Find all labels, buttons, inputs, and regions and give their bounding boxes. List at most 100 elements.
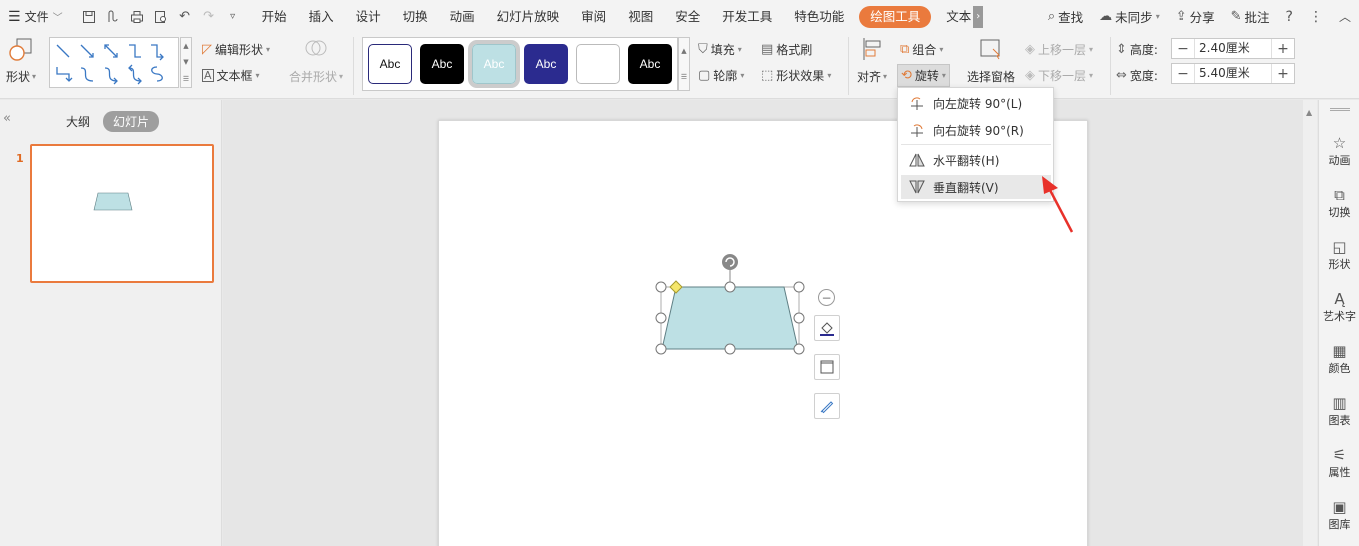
shape-style-preset[interactable]: Abc — [368, 44, 412, 84]
chevron-down-icon: ▾ — [740, 71, 745, 80]
shape-style-preset[interactable] — [576, 44, 620, 84]
hamburger-icon: ☰ — [8, 8, 21, 25]
shape-outline-quick-button[interactable] — [814, 354, 840, 380]
sidebar-item-chart[interactable]: ▥ 图表 — [1319, 394, 1359, 428]
decrease-height-button[interactable]: − — [1172, 41, 1194, 57]
sidebar-item-properties[interactable]: ⚟ 属性 — [1319, 446, 1359, 480]
tabs-scroll-right-icon[interactable]: › — [973, 5, 984, 28]
sidebar-item-shape[interactable]: ◱ 形状 — [1319, 238, 1359, 272]
sidebar-item-animation[interactable]: ☆ 动画 — [1319, 134, 1359, 168]
tab-insert[interactable]: 插入 — [298, 0, 345, 33]
collapse-ribbon-icon[interactable]: ︿ — [1331, 8, 1359, 25]
redo-icon[interactable]: ↷ — [197, 5, 221, 29]
menu-item-label: 垂直翻转(V) — [933, 180, 999, 195]
trapezoid-shape[interactable] — [650, 250, 810, 360]
save-icon[interactable] — [77, 5, 101, 29]
textbox-button[interactable]: A 文本框 ▾ — [202, 67, 260, 84]
outline-button[interactable]: ▢ 轮廓 ▾ — [698, 67, 744, 84]
style-gallery-scroll[interactable]: ▲ ☰ — [678, 37, 690, 91]
tab-slideshow[interactable]: 幻灯片放映 — [486, 0, 571, 33]
group-button[interactable]: ⧉ 组合 ▾ — [900, 41, 943, 58]
tab-security[interactable]: 安全 — [664, 0, 711, 33]
shape-style-preset[interactable]: Abc — [628, 44, 672, 84]
more-options-icon[interactable]: ⋮ — [1301, 9, 1331, 25]
collapse-panel-icon[interactable]: « — [3, 111, 11, 126]
shape-style-preset[interactable]: Abc — [524, 44, 568, 84]
fill-label: 填充 — [710, 43, 735, 57]
line-gallery-scroll[interactable]: ▲ ▼ ☰ — [180, 37, 192, 88]
selection-pane-button[interactable]: 选择窗格 — [967, 37, 1015, 85]
decrease-width-button[interactable]: − — [1172, 66, 1194, 82]
search-button[interactable]: ⌕ 查找 — [1040, 7, 1091, 26]
bring-forward-button[interactable]: ◈ 上移一层 ▾ — [1025, 41, 1093, 58]
undo-icon[interactable]: ↶ — [173, 5, 197, 29]
increase-height-button[interactable]: + — [1272, 41, 1294, 57]
merge-shape-button[interactable]: 合并形状 ▾ — [289, 37, 343, 85]
format-painter-button[interactable]: ▤ 格式刷 — [761, 41, 812, 58]
chevron-down-icon: ▾ — [1089, 45, 1094, 54]
help-icon[interactable]: ? — [1278, 9, 1301, 25]
sidebar-item-color[interactable]: ▦ 颜色 — [1319, 342, 1359, 376]
chevron-down-icon: ▾ — [737, 45, 742, 54]
transition-icon: ⧉ — [1334, 186, 1345, 204]
scroll-up-icon[interactable]: ▲ — [1306, 108, 1312, 117]
tab-review[interactable]: 审阅 — [570, 0, 617, 33]
tab-animation[interactable]: 动画 — [439, 0, 486, 33]
menu-item-rotate-left[interactable]: 向左旋转 90°(L) — [901, 91, 1051, 115]
shape-fill-quick-button[interactable] — [814, 315, 840, 341]
send-backward-icon: ◈ — [1025, 68, 1035, 83]
shape-effect-quick-button[interactable] — [814, 393, 840, 419]
insert-shape-button[interactable]: 形状 ▾ — [6, 37, 36, 85]
tab-drawing-tools[interactable]: 绘图工具 — [859, 5, 932, 28]
tab-view[interactable]: 视图 — [617, 0, 664, 33]
tab-transition[interactable]: 切换 — [392, 0, 439, 33]
shape-style-preset[interactable]: Abc — [420, 44, 464, 84]
increase-width-button[interactable]: + — [1272, 66, 1294, 82]
align-button[interactable]: 对齐 ▾ — [857, 37, 887, 85]
sidebar-item-transition[interactable]: ⧉ 切换 — [1319, 186, 1359, 220]
rotate-button[interactable]: ⟲ 旋转 ▾ — [897, 64, 950, 87]
menu-item-flip-horizontal[interactable]: 水平翻转(H) — [901, 148, 1051, 172]
file-menu-button[interactable]: ☰ 文件 ﹀ — [0, 0, 71, 33]
tab-features[interactable]: 特色功能 — [783, 0, 855, 33]
share-button[interactable]: ⇪ 分享 — [1168, 7, 1223, 26]
width-label: 宽度: — [1129, 69, 1158, 83]
edit-shape-button[interactable]: ◸ 编辑形状 ▾ — [202, 41, 270, 58]
menu-item-rotate-right[interactable]: 向右旋转 90°(R) — [901, 118, 1051, 142]
fill-button[interactable]: ⛉ 填充 ▾ — [698, 41, 742, 58]
sidebar-item-wordart[interactable]: Ą 艺术字 — [1319, 290, 1359, 324]
print-preview-icon[interactable] — [149, 5, 173, 29]
shape-style-preset[interactable]: Abc — [468, 40, 520, 88]
rotate-dropdown-menu: 向左旋转 90°(L) 向右旋转 90°(R) 水平翻转(H) 垂直翻转(V) — [897, 87, 1054, 202]
send-backward-button[interactable]: ◈ 下移一层 ▾ — [1025, 67, 1093, 84]
export-pdf-icon[interactable] — [101, 5, 125, 29]
ribbon-tabs: 开始 插入 设计 切换 动画 幻灯片放映 审阅 视图 安全 开发工具 特色功能 … — [251, 0, 984, 33]
selection-pane-label: 选择窗格 — [967, 70, 1016, 84]
sidebar-item-gallery[interactable]: ▣ 图库 — [1319, 498, 1359, 532]
customize-toolbar-icon[interactable]: ▿ — [221, 5, 245, 29]
tab-design[interactable]: 设计 — [345, 0, 392, 33]
height-stepper[interactable]: − 2.40厘米 + — [1171, 38, 1295, 59]
tab-text[interactable]: 文本 — [935, 0, 973, 33]
print-icon[interactable] — [125, 5, 149, 29]
tab-developer[interactable]: 开发工具 — [711, 0, 783, 33]
comment-button[interactable]: ✎ 批注 — [1223, 7, 1278, 26]
shape-effect-button[interactable]: ⬚ 形状效果 ▾ — [761, 67, 831, 84]
collapse-float-tools-icon[interactable]: − — [818, 289, 835, 306]
chevron-down-icon: ▾ — [883, 72, 888, 81]
sync-button[interactable]: ☁ 未同步 ▾ — [1091, 7, 1168, 26]
slide-thumbnail[interactable] — [30, 144, 214, 283]
shape-styles-gallery[interactable]: Abc Abc Abc Abc Abc — [362, 37, 678, 91]
tab-home[interactable]: 开始 — [251, 0, 298, 33]
shape-icon: ◱ — [1332, 238, 1347, 256]
width-input[interactable]: 5.40厘米 — [1194, 64, 1272, 83]
width-stepper[interactable]: − 5.40厘米 + — [1171, 63, 1295, 84]
height-input[interactable]: 2.40厘米 — [1194, 39, 1272, 58]
sidebar-item-label: 颜色 — [1328, 362, 1351, 375]
tab-outline[interactable]: 大纲 — [56, 111, 100, 132]
tab-slides[interactable]: 幻灯片 — [103, 111, 160, 132]
sidebar-item-label: 图库 — [1328, 518, 1351, 531]
vertical-scrollbar[interactable]: ▲ — [1303, 100, 1317, 546]
menu-item-flip-vertical[interactable]: 垂直翻转(V) — [901, 175, 1051, 199]
line-shapes-gallery[interactable] — [49, 37, 179, 88]
